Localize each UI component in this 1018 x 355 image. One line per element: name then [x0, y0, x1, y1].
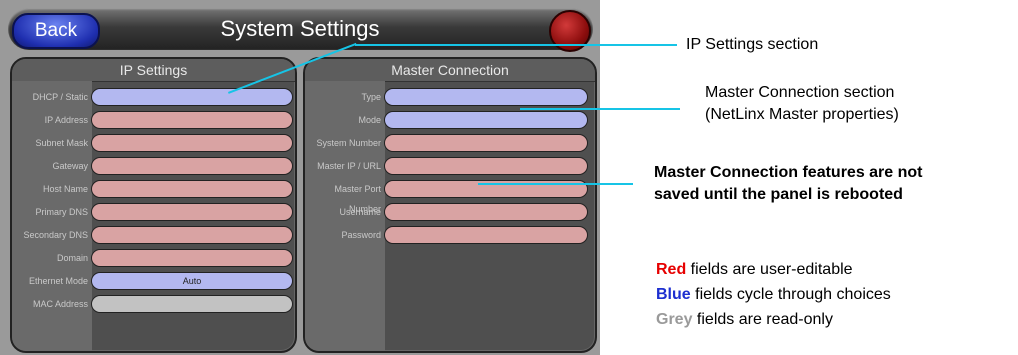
setting-field[interactable] [91, 295, 293, 313]
field-label: Password [341, 230, 381, 240]
legend-red-text: fields are user-editable [686, 261, 853, 278]
ip-callout-line-horizontal [355, 44, 677, 46]
ip-settings-row: Domain [12, 248, 295, 268]
legend-grey-word: Grey [656, 311, 693, 328]
master-callout-line [520, 108, 680, 110]
field-label: Host Name [42, 184, 88, 194]
ip-settings-heading: IP Settings [12, 59, 295, 82]
field-label: IP Address [44, 115, 88, 125]
master-connection-row: Master IP / URL [305, 156, 595, 176]
setting-field[interactable] [384, 226, 588, 244]
setting-field[interactable] [91, 249, 293, 267]
setting-field[interactable] [91, 203, 293, 221]
note-callout-text-1: Master Connection features are not [654, 164, 923, 181]
field-label: Mode [358, 115, 381, 125]
setting-field[interactable] [91, 134, 293, 152]
page-title: System Settings [220, 16, 380, 41]
setting-field[interactable] [91, 88, 293, 106]
setting-field[interactable] [91, 226, 293, 244]
touch-panel: Back System Settings IP Settings DHCP / … [0, 0, 600, 355]
ip-settings-row: Subnet Mask [12, 133, 295, 153]
field-label: Type [361, 92, 381, 102]
master-connection-row: Mode [305, 110, 595, 130]
master-connection-row: Username [305, 202, 595, 222]
field-label: Gateway [52, 161, 88, 171]
legend-grey: Grey fields are read-only [656, 311, 833, 329]
master-connection-row: Master Port Number [305, 179, 595, 214]
field-label: Username [339, 207, 381, 217]
legend-red: Red fields are user-editable [656, 261, 853, 279]
legend-red-word: Red [656, 261, 687, 278]
ip-settings-section: IP Settings DHCP / Static IP Address Subne… [10, 57, 297, 353]
ip-settings-row: Ethernet Mode Auto [12, 271, 295, 291]
note-callout-text-2: saved until the panel is rebooted [654, 186, 903, 203]
ip-callout-text: IP Settings section [686, 36, 819, 53]
setting-field[interactable] [384, 134, 588, 152]
master-connection-row: Type [305, 87, 595, 107]
field-label: Primary DNS [35, 207, 88, 217]
setting-field[interactable] [91, 180, 293, 198]
setting-field[interactable] [384, 203, 588, 221]
legend-blue: Blue fields cycle through choices [656, 286, 891, 304]
back-button[interactable]: Back [12, 13, 100, 49]
master-connection-row: System Number [305, 133, 595, 153]
field-label: MAC Address [32, 299, 88, 309]
ip-settings-row: MAC Address [12, 294, 295, 314]
master-connection-heading: Master Connection [305, 59, 595, 82]
field-label: Domain [56, 253, 88, 263]
master-connection-section: Master Connection Type Mode System Number M… [303, 57, 597, 353]
ip-settings-row: IP Address [12, 110, 295, 130]
setting-field[interactable] [384, 111, 588, 129]
field-label: Ethernet Mode [28, 276, 88, 286]
field-label: Subnet Mask [35, 138, 88, 148]
note-callout-line [478, 183, 633, 185]
setting-field[interactable] [384, 88, 588, 106]
legend-blue-text: fields cycle through choices [690, 286, 891, 303]
ip-settings-row: Primary DNS [12, 202, 295, 222]
setting-field[interactable] [91, 157, 293, 175]
legend-grey-text: fields are read-only [692, 311, 833, 328]
setting-field[interactable] [91, 111, 293, 129]
field-label: System Number [316, 138, 381, 148]
field-label: Master IP / URL [317, 161, 381, 171]
setting-field[interactable] [384, 157, 588, 175]
master-callout-text-2: (NetLinx Master properties) [705, 106, 899, 123]
legend-blue-word: Blue [656, 286, 691, 303]
setting-field[interactable]: Auto [91, 272, 293, 290]
master-callout-text-1: Master Connection section [705, 84, 895, 101]
ip-settings-row: Host Name [12, 179, 295, 199]
ip-settings-row: DHCP / Static [12, 87, 295, 107]
field-label: Secondary DNS [23, 230, 88, 240]
ip-settings-row: Secondary DNS [12, 225, 295, 245]
ip-settings-row: Gateway [12, 156, 295, 176]
field-label: DHCP / Static [32, 92, 88, 102]
master-connection-row: Password [305, 225, 595, 245]
